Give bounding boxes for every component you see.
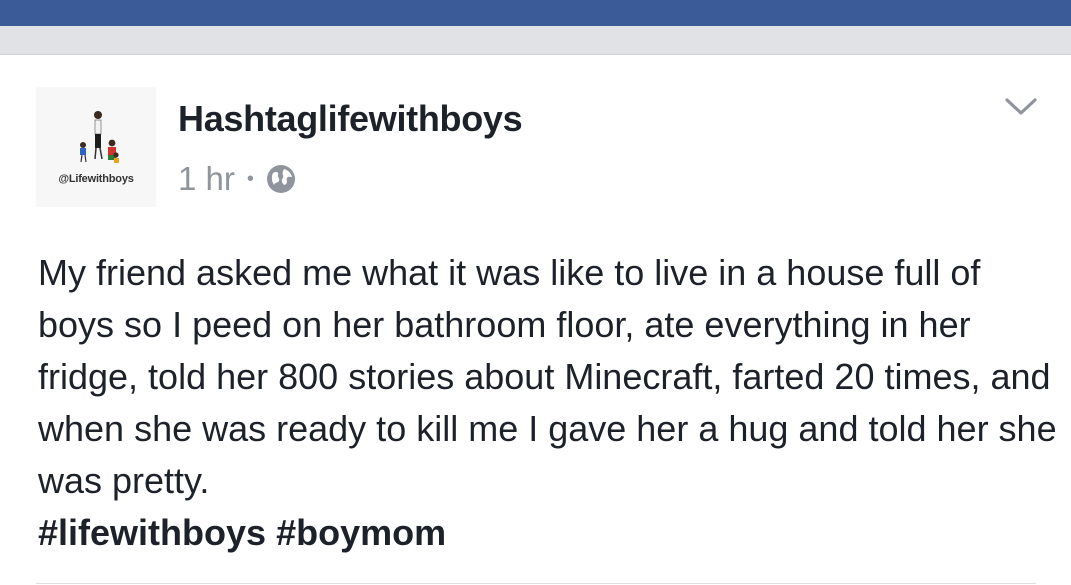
page-name-link[interactable]: Hashtaglifewithboys xyxy=(178,98,523,140)
feed-background xyxy=(0,26,1071,55)
avatar-illustration xyxy=(80,111,119,163)
post-body-text: My friend asked me what it was like to l… xyxy=(38,252,1057,501)
post-meta: 1 hr • xyxy=(178,159,296,199)
page-avatar[interactable]: @Lifewithboys xyxy=(36,87,156,207)
post-timestamp[interactable]: 1 hr xyxy=(178,160,235,198)
app-header-bar xyxy=(0,0,1071,26)
chevron-down-icon[interactable] xyxy=(1004,95,1038,119)
post-card: @Lifewithboys Hashtaglifewithboys 1 hr •… xyxy=(0,55,1071,585)
hashtag-link[interactable]: #boymom xyxy=(276,512,446,553)
globe-icon[interactable] xyxy=(266,164,296,194)
post-hashtags: #lifewithboys #boymom xyxy=(38,507,446,559)
avatar-caption: @Lifewithboys xyxy=(58,173,134,185)
meta-separator: • xyxy=(246,168,254,190)
post-divider xyxy=(36,583,1036,584)
hashtag-link[interactable]: #lifewithboys xyxy=(38,512,266,553)
